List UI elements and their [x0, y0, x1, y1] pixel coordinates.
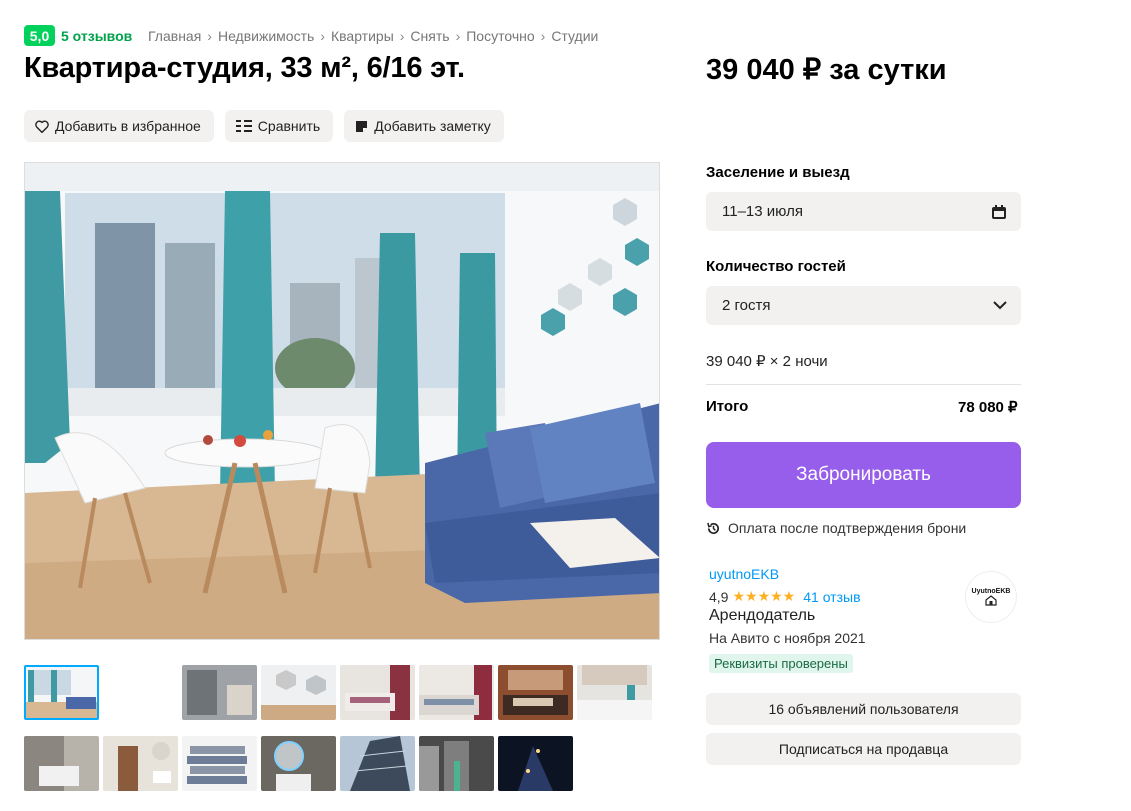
thumbnail-10[interactable] — [182, 736, 257, 791]
compare-button[interactable]: Сравнить — [224, 110, 334, 142]
seller-avatar[interactable]: UyutnoEKB — [966, 572, 1016, 622]
thumbnail-14[interactable] — [498, 736, 573, 791]
guests-value: 2 гостя — [722, 297, 771, 314]
add-note-label: Добавить заметку — [374, 118, 491, 134]
add-favorite-label: Добавить в избранное — [55, 118, 201, 134]
apartment-photo — [25, 163, 659, 639]
dates-field[interactable]: 11–13 июля — [706, 192, 1021, 231]
note-icon — [356, 120, 368, 132]
price-title: 39 040 ₽ за сутки — [706, 54, 947, 86]
star-rating-icon: ★★★★★ — [732, 588, 796, 604]
breadcrumb-studios[interactable]: Студии — [551, 28, 598, 44]
dates-value: 11–13 июля — [722, 203, 803, 220]
thumbnail-12[interactable] — [340, 736, 415, 791]
seller-reviews-link[interactable]: 41 отзыв — [803, 589, 860, 605]
chevron-right-icon: › — [320, 28, 325, 44]
thumbnail-8[interactable] — [24, 736, 99, 791]
compare-label: Сравнить — [257, 118, 321, 134]
chevron-right-icon: › — [540, 28, 546, 44]
total-label: Итого — [706, 398, 749, 415]
breadcrumb-realty[interactable]: Недвижимость — [218, 28, 314, 44]
compare-icon — [235, 120, 252, 132]
thumbnail-5[interactable] — [419, 665, 494, 720]
chevron-right-icon: › — [207, 28, 212, 44]
guests-select[interactable]: 2 гостя — [706, 286, 1021, 325]
divider — [706, 384, 1021, 385]
book-button[interactable]: Забронировать — [706, 442, 1021, 508]
seller-rating: 4,9 ★★★★★ 41 отзыв — [709, 588, 861, 605]
reviews-link[interactable]: 5 отзывов — [61, 28, 132, 44]
breadcrumb-apartments[interactable]: Квартиры — [331, 28, 394, 44]
action-bar: Добавить в избранное Сравнить Добавить з… — [24, 110, 504, 142]
thumbnail-6[interactable] — [498, 665, 573, 720]
heart-icon — [35, 120, 49, 133]
calendar-icon — [992, 204, 1006, 219]
subscribe-seller-button[interactable]: Подписаться на продавца — [706, 733, 1021, 765]
seller-rating-value: 4,9 — [709, 588, 729, 605]
payment-note-text: Оплата после подтверждения брони — [728, 520, 967, 536]
page-title: Квартира-студия, 33 м², 6/16 эт. — [24, 52, 465, 84]
main-photo[interactable] — [24, 162, 660, 640]
breadcrumb: Главная › Недвижимость › Квартиры › Снят… — [148, 28, 598, 44]
checkin-label: Заселение и выезд — [706, 164, 850, 181]
breadcrumb-home[interactable]: Главная — [148, 28, 201, 44]
thumbnail-11[interactable] — [261, 736, 336, 791]
thumbnail-1[interactable] — [24, 665, 99, 720]
guests-label: Количество гостей — [706, 258, 846, 275]
thumbnail-7[interactable] — [577, 665, 652, 720]
add-note-button[interactable]: Добавить заметку — [344, 110, 504, 142]
chevron-down-icon — [993, 301, 1007, 310]
seller-role: Арендодатель — [709, 607, 816, 624]
thumbnail-9[interactable] — [103, 736, 178, 791]
verified-badge: Реквизиты проверены — [709, 654, 853, 673]
history-icon — [707, 522, 720, 534]
price-calc: 39 040 ₽ × 2 ночи — [706, 353, 828, 370]
thumbnail-13[interactable] — [419, 736, 494, 791]
thumbnail-4[interactable] — [340, 665, 415, 720]
seller-since: На Авито с ноября 2021 — [709, 630, 866, 646]
add-favorite-button[interactable]: Добавить в избранное — [24, 110, 214, 142]
avatar-logo-text: UyutnoEKB — [971, 588, 1011, 595]
chevron-right-icon: › — [455, 28, 461, 44]
breadcrumb-rent[interactable]: Снять — [410, 28, 449, 44]
chevron-right-icon: › — [399, 28, 405, 44]
breadcrumb-daily[interactable]: Посуточно — [466, 28, 534, 44]
total-value: 78 080 ₽ — [958, 399, 1018, 416]
thumbnail-3[interactable] — [261, 665, 336, 720]
thumbnail-2[interactable] — [182, 665, 257, 720]
payment-note: Оплата после подтверждения брони — [706, 520, 966, 536]
seller-listings-button[interactable]: 16 объявлений пользователя — [706, 693, 1021, 725]
rating-badge: 5,0 — [24, 25, 55, 46]
house-icon — [985, 595, 997, 606]
seller-name[interactable]: uyutnoEKB — [709, 566, 779, 582]
